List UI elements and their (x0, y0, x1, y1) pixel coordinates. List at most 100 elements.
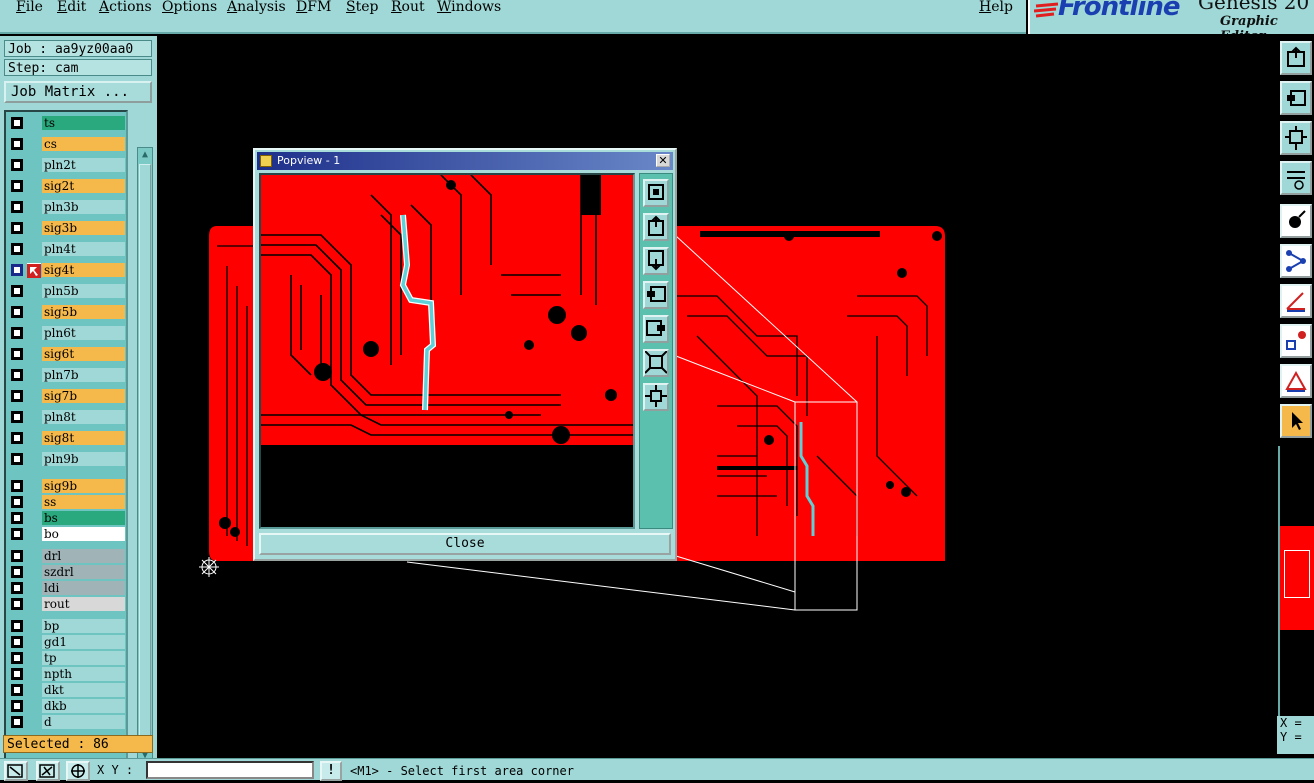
scrollbar-thumb[interactable] (139, 164, 151, 748)
layer-checkbox[interactable] (11, 620, 23, 632)
layer-checkbox[interactable] (11, 716, 23, 728)
layer-row-ts[interactable]: ts (9, 116, 125, 130)
layer-row-pln5b[interactable]: pln5b (9, 284, 125, 298)
layer-checkbox[interactable] (11, 668, 23, 680)
scroll-up-icon[interactable]: ▲ (139, 148, 151, 162)
menu-windows[interactable]: Windows (437, 0, 501, 15)
zoom-back-button[interactable] (1280, 81, 1312, 115)
popview-window[interactable]: Popview - 1 ✕ Close (253, 148, 677, 561)
layer-row-sig8t[interactable]: sig8t (9, 431, 125, 445)
select-mode-button[interactable] (1280, 204, 1312, 238)
layer-row-pln3b[interactable]: pln3b (9, 200, 125, 214)
layer-checkbox[interactable] (11, 453, 23, 465)
layer-checkbox[interactable] (11, 201, 23, 213)
menu-analysis[interactable]: Analysis (227, 0, 286, 15)
layer-checkbox[interactable] (11, 582, 23, 594)
popview-pan-up-button[interactable] (643, 213, 669, 241)
layer-checkbox[interactable] (11, 432, 23, 444)
xy-input[interactable] (146, 761, 314, 779)
layer-row-pln2t[interactable]: pln2t (9, 158, 125, 172)
layer-row-pln4t[interactable]: pln4t (9, 242, 125, 256)
layer-row-sig5b[interactable]: sig5b (9, 305, 125, 319)
measure-tool-button[interactable] (1280, 161, 1312, 195)
snap-toggle-button[interactable] (36, 761, 60, 781)
layer-row-sig9b[interactable]: sig9b (9, 479, 125, 493)
menu-help[interactable]: Help (979, 0, 1013, 15)
layer-checkbox[interactable] (11, 566, 23, 578)
layer-row-sig2t[interactable]: sig2t (9, 179, 125, 193)
layer-row-npth[interactable]: npth (9, 667, 125, 681)
layer-checkbox[interactable] (11, 652, 23, 664)
menu-edit[interactable]: Edit (57, 0, 86, 15)
layer-row-d[interactable]: d (9, 715, 125, 729)
popview-zoom-in-button[interactable] (643, 179, 669, 207)
zoom-home-button[interactable] (1280, 41, 1312, 75)
layer-checkbox[interactable] (11, 264, 23, 276)
layer-row-sig4t[interactable]: sig4t (9, 263, 125, 278)
layer-checkbox[interactable] (11, 138, 23, 150)
layer-row-sig6t[interactable]: sig6t (9, 347, 125, 361)
layer-checkbox[interactable] (11, 480, 23, 492)
menu-actions[interactable]: Actions (99, 0, 152, 15)
layer-row-cs[interactable]: cs (9, 137, 125, 151)
layer-checkbox[interactable] (11, 684, 23, 696)
layer-checkbox[interactable] (11, 411, 23, 423)
zoom-fit-button[interactable] (1280, 121, 1312, 155)
layer-row-pln6t[interactable]: pln6t (9, 326, 125, 340)
menu-file[interactable]: File (16, 0, 43, 15)
popview-pan-down-button[interactable] (643, 247, 669, 275)
popview-canvas[interactable] (259, 173, 635, 529)
menu-dfm[interactable]: DFM (296, 0, 331, 15)
job-matrix-button[interactable]: Job Matrix ... (4, 81, 152, 103)
layer-checkbox[interactable] (11, 598, 23, 610)
layer-row-pln7b[interactable]: pln7b (9, 368, 125, 382)
layer-checkbox[interactable] (11, 636, 23, 648)
layer-row-sig3b[interactable]: sig3b (9, 221, 125, 235)
layer-checkbox[interactable] (11, 550, 23, 562)
menu-options[interactable]: Options (162, 0, 217, 15)
layer-checkbox[interactable] (11, 243, 23, 255)
layer-checkbox[interactable] (11, 285, 23, 297)
close-icon[interactable]: ✕ (656, 154, 670, 167)
popview-zoom-out-button[interactable] (643, 383, 669, 411)
layer-row-tp[interactable]: tp (9, 651, 125, 665)
layer-row-gd1[interactable]: gd1 (9, 635, 125, 649)
message-button[interactable]: ! (320, 761, 342, 781)
menu-step[interactable]: Step (346, 0, 378, 15)
layer-checkbox[interactable] (11, 390, 23, 402)
layer-checkbox[interactable] (11, 528, 23, 540)
snap-tool-button[interactable] (1280, 324, 1312, 358)
layer-row-szdrl[interactable]: szdrl (9, 565, 125, 579)
layer-checkbox[interactable] (11, 700, 23, 712)
layer-row-drl[interactable]: drl (9, 549, 125, 563)
layer-checkbox[interactable] (11, 306, 23, 318)
layer-row-dkb[interactable]: dkb (9, 699, 125, 713)
angle-tool-button[interactable] (1280, 284, 1312, 318)
layer-checkbox[interactable] (11, 327, 23, 339)
overview-panel[interactable] (1278, 446, 1314, 718)
layer-list-scrollbar[interactable]: ▲ ▼ (137, 147, 153, 764)
layer-checkbox[interactable] (11, 180, 23, 192)
popview-pan-right-button[interactable] (643, 315, 669, 343)
menu-rout[interactable]: Rout (391, 0, 425, 15)
popview-titlebar[interactable]: Popview - 1 ✕ (257, 152, 673, 170)
layer-checkbox[interactable] (11, 117, 23, 129)
layer-checkbox[interactable] (11, 496, 23, 508)
layer-row-bo[interactable]: bo (9, 527, 125, 541)
pointer-tool-button[interactable] (1280, 404, 1312, 438)
layer-checkbox[interactable] (11, 159, 23, 171)
triangle-tool-button[interactable] (1280, 364, 1312, 398)
layer-row-bs[interactable]: bs (9, 511, 125, 525)
layer-row-ss[interactable]: ss (9, 495, 125, 509)
popview-zoom-fit-button[interactable] (643, 349, 669, 377)
layer-checkbox[interactable] (11, 222, 23, 234)
layer-row-pln9b[interactable]: pln9b (9, 452, 125, 466)
layer-row-dkt[interactable]: dkt (9, 683, 125, 697)
grid-toggle-button[interactable] (66, 761, 90, 781)
popview-pan-left-button[interactable] (643, 281, 669, 309)
zoom-window-button[interactable] (4, 761, 28, 781)
popview-close-button[interactable]: Close (259, 533, 671, 555)
layer-checkbox[interactable] (11, 348, 23, 360)
layer-checkbox[interactable] (11, 512, 23, 524)
net-tool-button[interactable] (1280, 244, 1312, 278)
